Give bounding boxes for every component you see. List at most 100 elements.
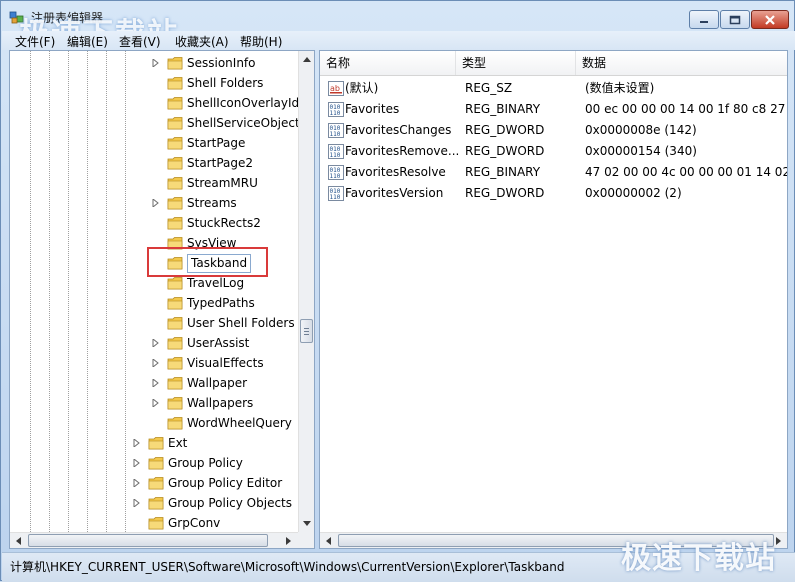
tree-item-label: Group Policy Editor (168, 476, 283, 490)
tree-item[interactable]: Streams (10, 193, 298, 213)
tree-item-label: SessionInfo (187, 56, 256, 70)
expand-arrow-icon[interactable] (152, 399, 159, 407)
maximize-icon (729, 15, 741, 24)
key-tree-pane[interactable]: SessionInfo Shell Folders ShellIconOverlay… (9, 50, 315, 549)
tree-item[interactable]: TypedPaths (10, 293, 298, 313)
menu-file[interactable]: 文件(F) (15, 33, 55, 50)
tree-item-label: UserAssist (187, 336, 250, 350)
tree-item[interactable]: StartPage2 (10, 153, 298, 173)
close-button[interactable] (751, 10, 789, 29)
tree-item-label: Streams (187, 196, 237, 210)
tree-horizontal-scrollbar[interactable] (10, 532, 298, 548)
tree-item-label: ShellServiceObjects (187, 116, 306, 130)
tree-item[interactable]: StuckRects2 (10, 213, 298, 233)
expand-arrow-icon[interactable] (152, 339, 159, 347)
value-type: REG_SZ (465, 81, 513, 95)
tree-item[interactable]: UserAssist (10, 333, 298, 353)
maximize-button[interactable] (720, 10, 750, 29)
list-header: 名称 类型 数据 (320, 51, 787, 76)
string-value-icon: ab (328, 81, 344, 96)
column-header-name[interactable]: 名称 (320, 51, 456, 75)
tree-item-label: Group Policy (168, 456, 243, 470)
tree-item-label: StreamMRU (187, 176, 258, 190)
binary-value-icon: 010110 (328, 102, 344, 117)
scroll-left-icon[interactable] (325, 537, 331, 545)
list-item[interactable]: ab (默认) REG_SZ (数值未设置) (320, 78, 787, 99)
column-header-data[interactable]: 数据 (576, 51, 787, 75)
value-name: (默认) (345, 81, 379, 95)
expand-arrow-icon[interactable] (152, 359, 159, 367)
list-item[interactable]: 010 110 FavoritesResolve REG_BINARY 47 02 00… (320, 162, 787, 183)
folder-icon (148, 477, 164, 490)
list-item[interactable]: 010 110 FavoritesChanges REG_DWORD 0x0000008… (320, 120, 787, 141)
value-data: 0x00000154 (340) (585, 144, 697, 158)
folder-icon (167, 97, 183, 110)
tree-item[interactable]: ShellServiceObjects (10, 113, 306, 133)
folder-icon (167, 297, 183, 310)
column-header-type[interactable]: 类型 (456, 51, 576, 75)
tree-item[interactable]: WordWheelQuery (10, 413, 298, 433)
tree-item[interactable]: StartPage (10, 133, 298, 153)
value-data: 0x00000002 (2) (585, 186, 682, 200)
menu-edit[interactable]: 编辑(E) (67, 33, 108, 50)
tree-vertical-scrollbar[interactable] (298, 51, 314, 532)
tree-item-label: Ext (168, 436, 188, 450)
tree-item[interactable]: Group Policy Editor (10, 473, 298, 493)
folder-icon (148, 497, 164, 510)
scroll-down-icon[interactable] (303, 521, 311, 527)
title-bar[interactable]: 注册表编辑器 极速下载站 (1, 1, 794, 52)
value-name: FavoritesRemove... (345, 144, 460, 158)
folder-icon (167, 177, 183, 190)
binary-value-icon: 010110 (328, 186, 344, 201)
list-item[interactable]: 010 110 FavoritesVersion REG_DWORD 0x0000000… (320, 183, 787, 204)
minimize-button[interactable] (689, 10, 719, 29)
scroll-right-icon[interactable] (776, 537, 782, 545)
menu-favorites[interactable]: 收藏夹(A) (175, 33, 229, 50)
list-item[interactable]: 010 110 Favorites REG_BINARY 00 ec 00 00 00 … (320, 99, 787, 120)
tree-item[interactable]: Shell Folders (10, 73, 298, 93)
value-data: 47 02 00 00 4c 00 00 00 01 14 02 00 (585, 165, 788, 179)
scroll-up-icon[interactable] (303, 56, 311, 62)
scroll-left-icon[interactable] (15, 537, 21, 545)
folder-icon (167, 377, 183, 390)
expand-arrow-icon[interactable] (133, 499, 140, 507)
menu-view[interactable]: 查看(V) (119, 33, 161, 50)
tree-item[interactable]: ShellIconOverlayIde (10, 93, 307, 113)
tree-item-label: Shell Folders (187, 76, 264, 90)
value-name: Favorites (345, 102, 400, 116)
tree-item[interactable]: Ext (10, 433, 298, 453)
expand-arrow-icon[interactable] (152, 59, 159, 67)
tree-item[interactable]: Group Policy (10, 453, 298, 473)
binary-value-icon: 010110 (328, 165, 344, 180)
expand-arrow-icon[interactable] (133, 479, 140, 487)
tree-item[interactable]: User Shell Folders (10, 313, 298, 333)
tree-item[interactable]: Wallpapers (10, 393, 298, 413)
folder-icon (167, 337, 183, 350)
tree-item[interactable]: StreamMRU (10, 173, 298, 193)
folder-icon (167, 57, 183, 70)
scroll-corner (298, 532, 314, 548)
tree-item[interactable]: SessionInfo (10, 53, 298, 73)
tree-item[interactable]: VisualEffects (10, 353, 298, 373)
expand-arrow-icon[interactable] (152, 379, 159, 387)
tree-item-label: StuckRects2 (187, 216, 261, 230)
tree-item-label: Wallpaper (187, 376, 248, 390)
tree-item[interactable]: Wallpaper (10, 373, 298, 393)
value-type: REG_DWORD (465, 123, 545, 137)
list-item[interactable]: 010 110 FavoritesRemove... REG_DWORD 0x00000… (320, 141, 787, 162)
tree-horizontal-scroll-thumb[interactable] (28, 534, 268, 547)
tree-item-label: WordWheelQuery (187, 416, 292, 430)
expand-arrow-icon[interactable] (133, 439, 140, 447)
menu-help[interactable]: 帮助(H) (240, 33, 282, 50)
expand-arrow-icon[interactable] (152, 199, 159, 207)
tree-item-label: StartPage (187, 136, 246, 150)
folder-icon (167, 137, 183, 150)
tree-item[interactable]: Group Policy Objects (10, 493, 298, 513)
selection-highlight-box (147, 247, 268, 277)
tree-item[interactable]: GrpConv (10, 513, 298, 533)
folder-icon (167, 197, 183, 210)
scroll-right-icon[interactable] (286, 537, 292, 545)
values-list-pane[interactable]: 名称 类型 数据 ab (默认) REG_SZ (数值未设置) 010 110 Favori… (319, 50, 788, 549)
tree-vertical-scroll-thumb[interactable] (300, 319, 313, 343)
expand-arrow-icon[interactable] (133, 459, 140, 467)
